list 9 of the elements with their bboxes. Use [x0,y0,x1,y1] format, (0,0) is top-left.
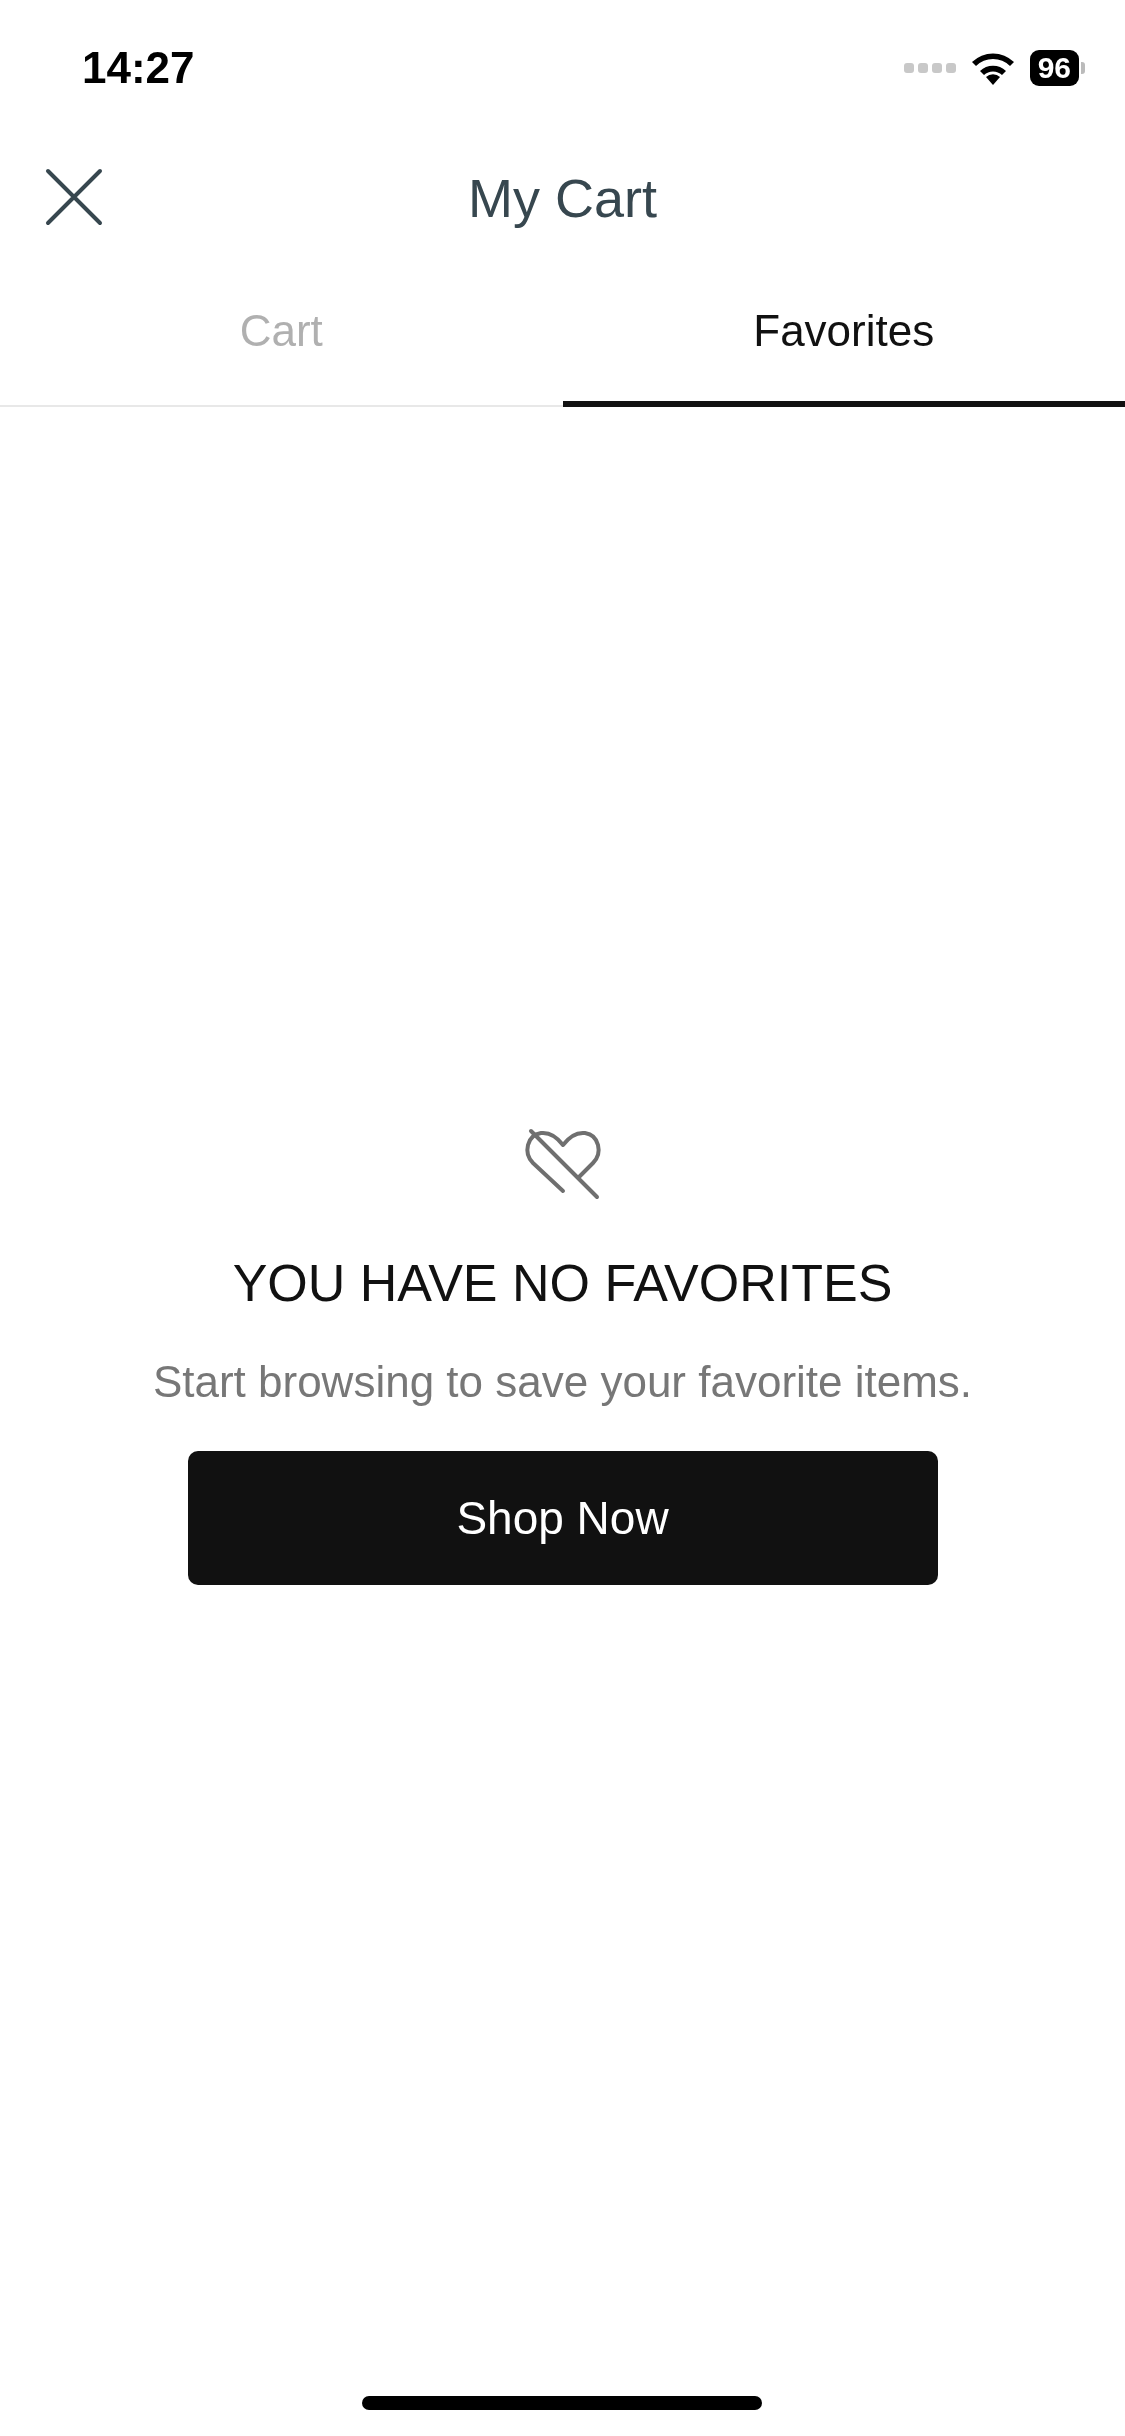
page-title: My Cart [468,166,657,229]
heart-crossed-icon [522,1127,603,1201]
status-time: 14:27 [82,42,195,93]
empty-message: Start browsing to save your favorite items. [152,1357,973,1407]
empty-heading: YOU HAVE NO FAVORITES [232,1253,893,1313]
close-button[interactable] [45,168,103,226]
signal-icon [903,60,956,75]
shop-now-button[interactable]: Shop Now [187,1451,938,1585]
tab[interactable]: Favorites [562,260,1125,407]
